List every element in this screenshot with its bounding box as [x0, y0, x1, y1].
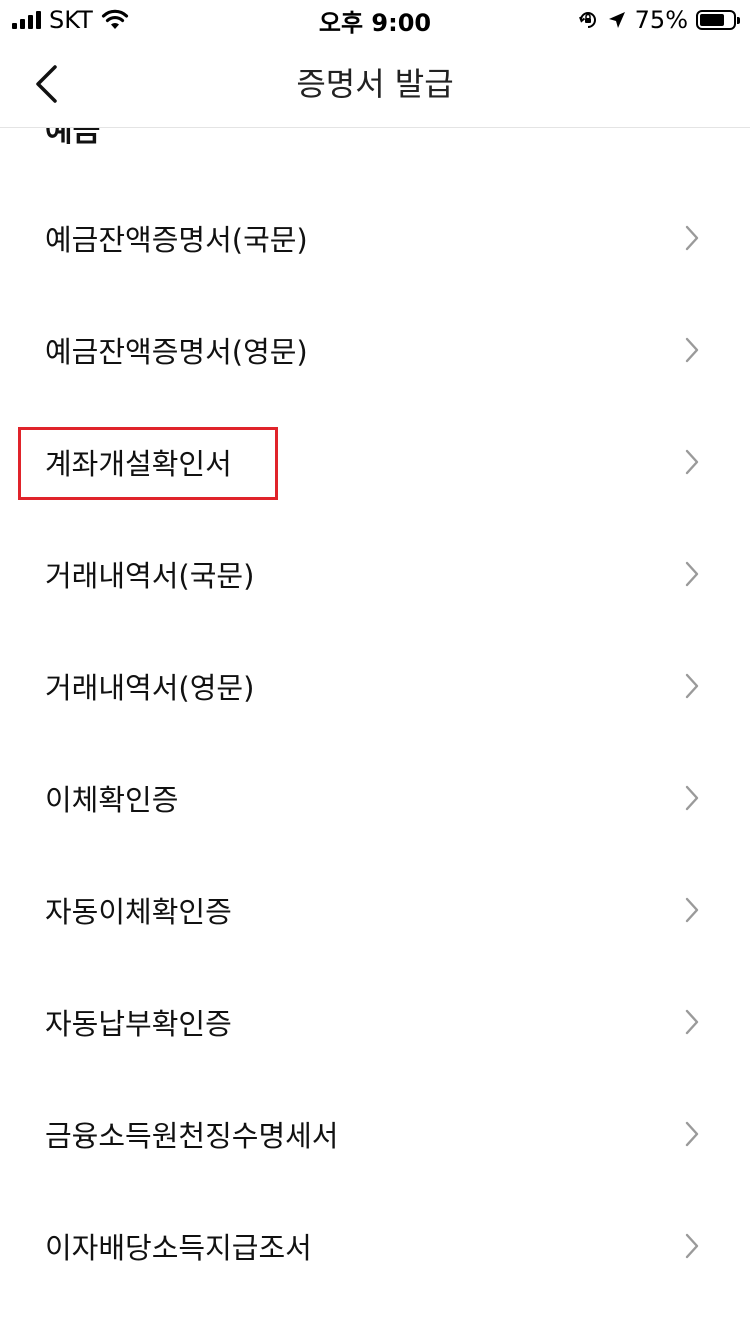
- list-item-label: 이체확인증: [45, 783, 179, 817]
- chevron-right-icon: [685, 673, 699, 699]
- wifi-icon: [101, 9, 128, 29]
- list-item[interactable]: 예금잔액증명서(국문): [0, 182, 750, 294]
- highlight-box: [18, 427, 278, 500]
- cellular-signal-icon: [12, 11, 41, 29]
- chevron-right-icon: [685, 449, 699, 475]
- screen: SKT 오후 9:00 75% 증명서 발급 예금 예금잔액증명서(국문) 예금…: [0, 0, 750, 1334]
- carrier-label: SKT: [49, 6, 93, 34]
- list-item-label: 자동이체확인증: [45, 895, 232, 929]
- chevron-right-icon: [685, 561, 699, 587]
- rotation-lock-icon: [578, 12, 596, 28]
- chevron-right-icon: [685, 1233, 699, 1259]
- navigation-bar: 증명서 발급: [0, 40, 750, 128]
- battery-fill: [700, 14, 724, 26]
- list-item[interactable]: 금융소득원천징수명세서: [0, 1078, 750, 1190]
- list-item-label: 거래내역서(영문): [45, 671, 255, 705]
- battery-icon: [696, 10, 740, 30]
- list-item-label: 예금잔액증명서(영문): [45, 335, 308, 369]
- list-item-label: 예금잔액증명서(국문): [45, 223, 308, 257]
- battery-percent: 75%: [634, 6, 688, 34]
- status-right: 75%: [577, 6, 750, 34]
- list-item[interactable]: 자동납부확인증: [0, 966, 750, 1078]
- list-item[interactable]: 자동이체확인증: [0, 854, 750, 966]
- list-item-label: 금융소득원천징수명세서: [45, 1119, 339, 1153]
- location-arrow-icon: [608, 12, 625, 28]
- chevron-right-icon: [685, 785, 699, 811]
- list-item[interactable]: 거래내역서(영문): [0, 630, 750, 742]
- chevron-right-icon: [685, 1009, 699, 1035]
- list-item-label: 자동납부확인증: [45, 1007, 232, 1041]
- certificate-list: 예금잔액증명서(국문) 예금잔액증명서(영문) 계좌개설확인서 거래내역서(국문) 거래…: [0, 182, 750, 1302]
- chevron-right-icon: [685, 225, 699, 251]
- section-header-deposit: 예금: [45, 128, 101, 149]
- list-item[interactable]: 이자배당소득지급조서: [0, 1190, 750, 1302]
- status-bar: SKT 오후 9:00 75%: [0, 0, 750, 40]
- list-item[interactable]: 이체확인증: [0, 742, 750, 854]
- page-title: 증명서 발급: [296, 65, 454, 103]
- list-item[interactable]: 거래내역서(국문): [0, 518, 750, 630]
- status-time: 오후 9:00: [318, 8, 432, 37]
- certificate-list-container[interactable]: 예금 예금잔액증명서(국문) 예금잔액증명서(영문) 계좌개설확인서 거래내역서(국문…: [0, 128, 750, 1334]
- chevron-right-icon: [685, 1121, 699, 1147]
- list-item-label: 이자배당소득지급조서: [45, 1231, 312, 1265]
- chevron-right-icon: [685, 337, 699, 363]
- list-item[interactable]: 예금잔액증명서(영문): [0, 294, 750, 406]
- status-left: SKT: [0, 6, 129, 34]
- list-item-label: 거래내역서(국문): [45, 559, 255, 593]
- chevron-right-icon: [685, 897, 699, 923]
